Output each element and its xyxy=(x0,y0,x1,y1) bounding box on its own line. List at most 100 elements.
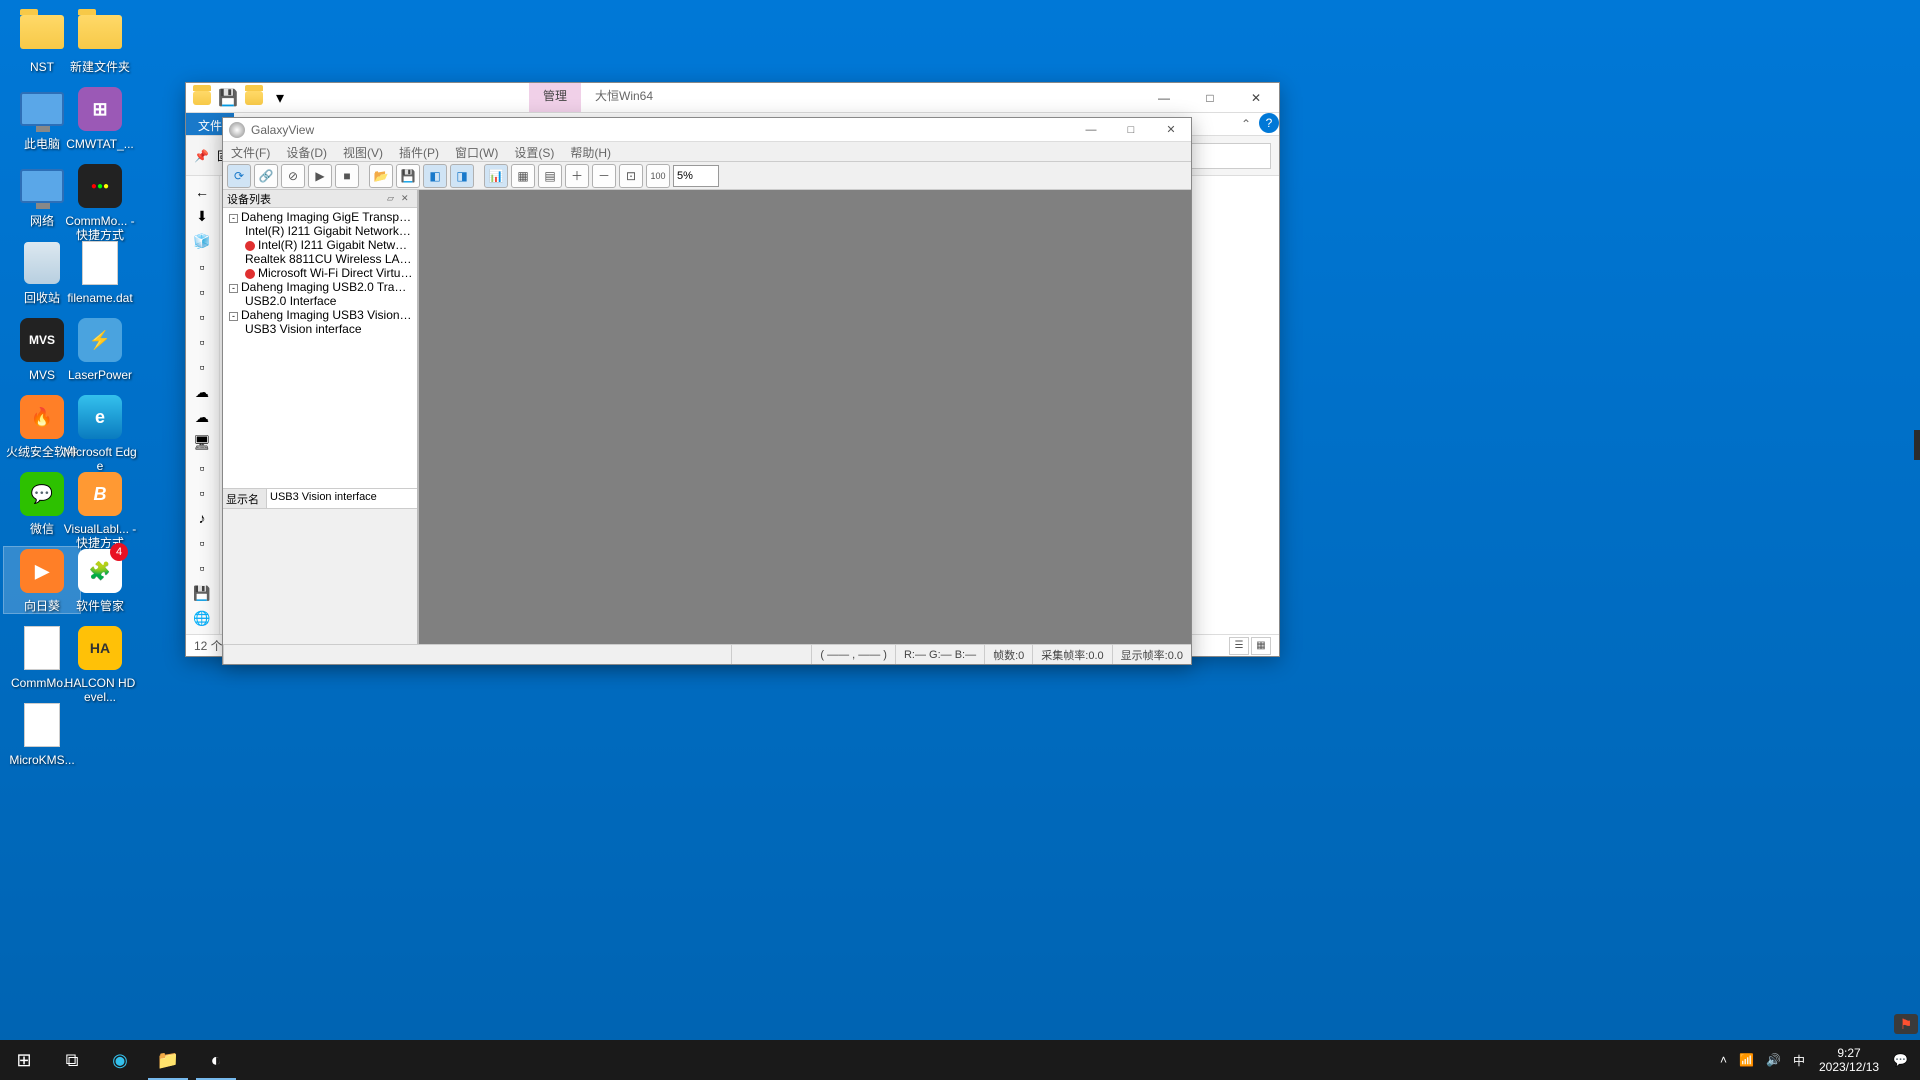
tree-node[interactable]: Intel(R) I211 Gigabit Network Co… xyxy=(225,224,415,238)
device-tree[interactable]: -Daheng Imaging GigE TransportLayerIntel… xyxy=(223,208,417,488)
play-icon[interactable]: ▶ xyxy=(308,164,332,188)
taskbar: ⊞ ⧉ ◉ 📁 ◐ ˄ 📶 🔊 中 9:27 2023/12/13 💬 xyxy=(0,1040,1920,1080)
explorer-context-tab[interactable]: 管理 xyxy=(529,83,581,112)
grid-icon[interactable]: ▦ xyxy=(511,164,535,188)
taskbar-edge[interactable]: ◉ xyxy=(96,1040,144,1080)
desktop-icon-halcon[interactable]: HAHALCON HDevel... xyxy=(62,624,138,704)
minimize-button[interactable]: — xyxy=(1141,83,1187,113)
tree-node[interactable]: -Daheng Imaging GigE TransportLayer xyxy=(225,210,415,224)
zoom-input[interactable] xyxy=(673,165,719,187)
menu-device[interactable]: 设备(D) xyxy=(278,142,335,161)
tray-wifi-icon[interactable]: 📶 xyxy=(1733,1053,1760,1067)
tray-notifications-icon[interactable]: 💬 xyxy=(1887,1053,1914,1067)
desktop-icon-microkms[interactable]: MicroKMS... xyxy=(4,701,80,767)
tray-volume-icon[interactable]: 🔊 xyxy=(1760,1053,1787,1067)
nav-item[interactable]: 💾 xyxy=(190,584,214,603)
taskbar-explorer[interactable]: 📁 xyxy=(144,1040,192,1080)
nav-item[interactable]: ▫ xyxy=(190,458,214,477)
menu-settings[interactable]: 设置(S) xyxy=(506,142,562,161)
tree-node[interactable]: Microsoft Wi-Fi Direct Virtu… xyxy=(225,266,415,280)
desktop-icon-filenamedat[interactable]: filename.dat xyxy=(62,239,138,305)
taskbar-clock[interactable]: 9:27 2023/12/13 xyxy=(1811,1046,1887,1074)
tree-node[interactable]: -Daheng Imaging USB3 Vision Transpor… xyxy=(225,308,415,322)
taskbar-galaxyview[interactable]: ◐ xyxy=(192,1040,240,1080)
galaxy-titlebar[interactable]: GalaxyView — □ ✕ xyxy=(223,118,1191,142)
chart-icon[interactable]: 📊 xyxy=(484,164,508,188)
nav-item[interactable]: ▫ xyxy=(190,333,214,352)
start-button[interactable]: ⊞ xyxy=(0,1040,48,1080)
nav-item[interactable]: ☁ xyxy=(190,383,214,402)
galaxyview-window: GalaxyView — □ ✕ 文件(F) 设备(D) 视图(V) 插件(P)… xyxy=(222,117,1192,665)
tree-node[interactable]: USB3 Vision interface xyxy=(225,322,415,336)
view-icons-icon[interactable]: ▦ xyxy=(1251,637,1271,655)
desktop-icon-newfolder[interactable]: 新建文件夹 xyxy=(62,8,138,74)
desktop-icon-softwaremgr[interactable]: 🧩4软件管家 xyxy=(62,547,138,613)
close-button[interactable]: ✕ xyxy=(1151,118,1191,142)
notification-badge-icon[interactable]: ⚑ xyxy=(1894,1014,1918,1034)
menu-file[interactable]: 文件(F) xyxy=(223,142,278,161)
menu-window[interactable]: 窗口(W) xyxy=(447,142,506,161)
nav-item[interactable]: 🌐 xyxy=(190,609,214,628)
view-details-icon[interactable]: ☰ xyxy=(1229,637,1249,655)
pin-icon[interactable]: 📌 xyxy=(194,149,209,163)
stop-icon[interactable]: ■ xyxy=(335,164,359,188)
desktop-icon-edge[interactable]: eMicrosoft Edge xyxy=(62,393,138,473)
nav-item[interactable]: ▫ xyxy=(190,282,214,301)
status-frames: 帧数:0 xyxy=(984,645,1032,664)
fit-icon[interactable]: ⊡ xyxy=(619,164,643,188)
nav-item[interactable]: ▫ xyxy=(190,308,214,327)
menu-help[interactable]: 帮助(H) xyxy=(562,142,619,161)
nav-item[interactable]: ▫ xyxy=(190,559,214,578)
help-button[interactable]: ? xyxy=(1259,113,1279,133)
zoom-out-icon[interactable]: － xyxy=(592,164,616,188)
tree-node[interactable]: -Daheng Imaging USB2.0 TransportLayer xyxy=(225,280,415,294)
nav-item[interactable]: ☁ xyxy=(190,408,214,427)
zoom-100-icon[interactable]: 100 xyxy=(646,164,670,188)
disconnect-icon[interactable]: ⊘ xyxy=(281,164,305,188)
nav-item[interactable]: ▫ xyxy=(190,257,214,276)
menu-plugin[interactable]: 插件(P) xyxy=(391,142,447,161)
refresh-icon[interactable]: ⟳ xyxy=(227,164,251,188)
desktop-icon-cmwtat[interactable]: ⊞CMWTAT_... xyxy=(62,85,138,151)
minimize-button[interactable]: — xyxy=(1071,118,1111,142)
explorer-titlebar[interactable]: 💾 ▾ 管理 大恒Win64 — □ ✕ xyxy=(186,83,1279,113)
nav-item[interactable]: ▫ xyxy=(190,358,214,377)
desktop-icon-visuallabl[interactable]: BVisualLabl... - 快捷方式 xyxy=(62,470,138,550)
nav-item[interactable]: ▫ xyxy=(190,534,214,553)
nav-item[interactable]: 🧊 xyxy=(190,232,214,251)
desktop-icon-commmo[interactable]: ●●●CommMo... - 快捷方式 xyxy=(62,162,138,242)
tree-node[interactable]: Intel(R) I211 Gigabit Networ… xyxy=(225,238,415,252)
nav-item[interactable]: ♪ xyxy=(190,508,214,527)
clock-time: 9:27 xyxy=(1819,1046,1879,1060)
ribbon-collapse-icon[interactable]: ⌃ xyxy=(1233,113,1259,135)
nav-item[interactable]: 🖥 xyxy=(190,433,214,452)
clock-date: 2023/12/13 xyxy=(1819,1060,1879,1074)
tray-expand-icon[interactable]: ˄ xyxy=(1714,1053,1733,1067)
image-viewport[interactable] xyxy=(419,190,1191,644)
open-icon[interactable]: 📂 xyxy=(369,164,393,188)
back-icon[interactable]: ← xyxy=(190,182,214,201)
grid2-icon[interactable]: ▤ xyxy=(538,164,562,188)
maximize-button[interactable]: □ xyxy=(1111,118,1151,142)
close-button[interactable]: ✕ xyxy=(1233,83,1279,113)
panel-float-icon[interactable]: ▱ xyxy=(387,193,399,205)
menu-view[interactable]: 视图(V) xyxy=(335,142,391,161)
connect-icon[interactable]: 🔗 xyxy=(254,164,278,188)
panel-right-icon[interactable]: ◨ xyxy=(450,164,474,188)
maximize-button[interactable]: □ xyxy=(1187,83,1233,113)
task-view-button[interactable]: ⧉ xyxy=(48,1040,96,1080)
nav-item[interactable]: ⬇ xyxy=(190,207,214,226)
save-icon[interactable]: 💾 xyxy=(396,164,420,188)
desktop-icon-laserpower[interactable]: ⚡LaserPower xyxy=(62,316,138,382)
tree-node[interactable]: Realtek 8811CU Wireless LAN 802.… xyxy=(225,252,415,266)
status-acq-fps: 采集帧率:0.0 xyxy=(1032,645,1111,664)
zoom-in-icon[interactable]: ＋ xyxy=(565,164,589,188)
dropdown-icon[interactable]: ▾ xyxy=(268,87,292,109)
nav-item[interactable]: ▫ xyxy=(190,483,214,502)
tree-node[interactable]: USB2.0 Interface xyxy=(225,294,415,308)
panel-left-icon[interactable]: ◧ xyxy=(423,164,447,188)
side-handle[interactable] xyxy=(1914,430,1920,460)
save-icon[interactable]: 💾 xyxy=(216,87,240,109)
tray-ime[interactable]: 中 xyxy=(1787,1052,1811,1069)
panel-close-icon[interactable]: ✕ xyxy=(401,193,413,205)
